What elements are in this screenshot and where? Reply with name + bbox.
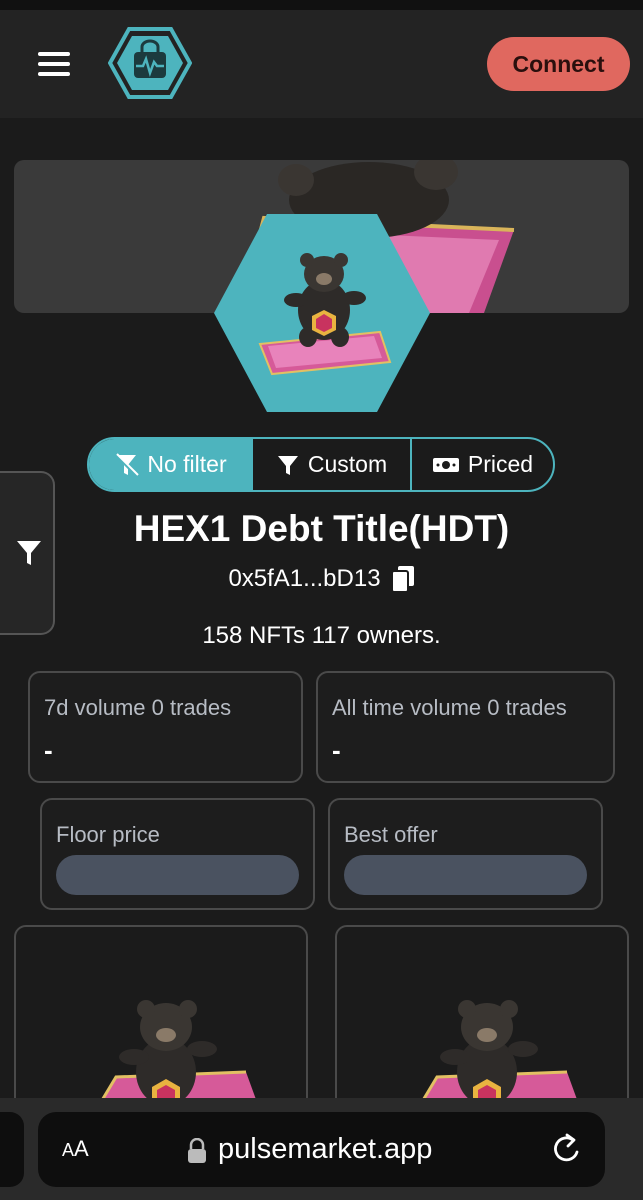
- browser-toolbar: AA pulsemarket.app: [0, 1098, 643, 1200]
- filter-off-icon: [114, 452, 140, 477]
- shopping-bag-pulse-logo[interactable]: [108, 26, 192, 100]
- contract-address-row: 0x5fA1...bD13: [0, 565, 643, 593]
- custom-filter-button[interactable]: Custom: [251, 439, 410, 490]
- volume-all-time-label: All time volume 0 trades: [332, 695, 567, 720]
- filter-icon: [277, 455, 298, 475]
- hamburger-menu-icon[interactable]: [38, 52, 72, 78]
- priced-filter-label: Priced: [467, 451, 534, 477]
- volume-all-time-card: All time volume 0 trades -: [316, 671, 615, 783]
- nft-card[interactable]: [335, 925, 629, 1125]
- address-bar[interactable]: AA pulsemarket.app: [38, 1112, 605, 1187]
- collection-stats: 158 NFTs 117 owners.: [202, 622, 441, 649]
- money-bill-icon: [432, 457, 459, 472]
- priced-filter-button[interactable]: Priced: [410, 439, 553, 490]
- filter-segmented-control: No filter Custom Priced: [87, 437, 555, 492]
- copy-icon[interactable]: [390, 565, 415, 593]
- no-filter-label: No filter: [147, 451, 227, 477]
- nft-card[interactable]: [14, 925, 308, 1125]
- custom-filter-label: Custom: [307, 451, 388, 477]
- nft-image: [407, 1000, 586, 1123]
- page: Connect No filter Custom Priced HEX1 Deb…: [0, 0, 643, 1200]
- reader-text-size-button[interactable]: AA: [62, 1136, 89, 1162]
- volume-7d-value: -: [44, 735, 53, 765]
- connect-button[interactable]: Connect: [487, 37, 630, 91]
- reload-icon[interactable]: [550, 1132, 584, 1168]
- best-offer-label: Best offer: [344, 822, 438, 847]
- volume-all-time-value: -: [332, 735, 341, 765]
- previous-tab-edge[interactable]: [0, 1112, 24, 1187]
- volume-7d-label: 7d volume 0 trades: [44, 695, 232, 720]
- side-filter-toggle[interactable]: [0, 471, 55, 635]
- nft-image: [86, 1000, 265, 1123]
- floor-price-card: Floor price: [40, 798, 315, 910]
- best-offer-loading: [344, 855, 587, 895]
- app-header: Connect: [0, 10, 643, 118]
- floor-price-label: Floor price: [56, 822, 160, 847]
- volume-7d-card: 7d volume 0 trades -: [28, 671, 303, 783]
- collection-avatar: [214, 214, 430, 412]
- url-text: pulsemarket.app: [218, 1133, 433, 1165]
- contract-address: 0x5fA1...bD13: [228, 565, 381, 592]
- best-offer-card: Best offer: [328, 798, 603, 910]
- lock-icon: [188, 1138, 206, 1163]
- floor-price-loading: [56, 855, 299, 895]
- no-filter-button[interactable]: No filter: [89, 439, 251, 490]
- collection-title: HEX1 Debt Title(HDT): [133, 508, 510, 549]
- status-strip: [0, 0, 643, 10]
